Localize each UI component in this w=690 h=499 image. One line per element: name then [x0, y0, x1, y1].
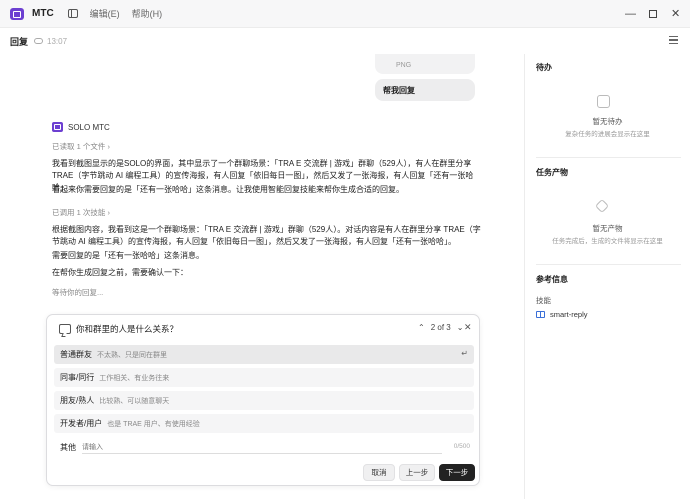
output-empty-title: 暂无产物	[592, 224, 623, 233]
waiting-status: 等待你的回复...	[52, 288, 104, 297]
option-main: 朋友/熟人	[60, 396, 95, 405]
dialog-question: 你和群里的人是什么关系？	[76, 324, 179, 334]
skill-item-smart-reply[interactable]: smart-reply	[536, 310, 588, 319]
chevron-right-icon: ›	[107, 208, 110, 217]
app-logo-icon	[10, 7, 24, 20]
char-counter: 0/500	[453, 443, 470, 450]
todo-empty-title: 暂无待办	[592, 117, 623, 126]
app-title: MTC	[32, 8, 54, 19]
ai-paragraph-3: 根据截图内容，我看到这是一个群聊场景：「TRA E 交流群 | 游戏」群聊（52…	[52, 225, 481, 246]
todo-header: 待办	[536, 63, 552, 72]
user-message: 帮我回复	[375, 79, 475, 101]
previous-button[interactable]: 上一步	[399, 464, 435, 481]
option-1[interactable]: 普通群友 不太熟、只是同在群里 ↵	[54, 345, 474, 364]
chat-bubble-icon	[59, 324, 71, 334]
question-dialog: 你和群里的人是什么关系？ ⌃ 2 of 3 ⌄ ✕ 普通群友 不太熟、只是同在群…	[46, 314, 480, 486]
book-icon	[536, 311, 545, 318]
panel-settings-icon[interactable]	[669, 36, 678, 45]
right-sidebar: 待办 暂无待办 复杂任务的进展会显示在这里 任务产物 暂无产物 任务完成后，生成…	[525, 54, 690, 499]
sidebar-divider	[536, 157, 681, 158]
conversation-header: 回复 13:07	[0, 28, 690, 54]
chevron-up-icon[interactable]: ⌃	[418, 323, 425, 332]
ai-paragraph-5: 在帮你生成回复之前，需要确认一下：	[52, 268, 188, 277]
skill-name: smart-reply	[550, 310, 588, 319]
option-main: 普通群友	[60, 350, 92, 359]
cloud-sync-icon	[34, 38, 44, 44]
layout-toggle-icon[interactable]	[67, 9, 78, 18]
output-header: 任务产物	[536, 168, 568, 177]
cancel-button[interactable]: 取消	[363, 464, 395, 481]
package-icon	[594, 198, 610, 214]
ai-paragraph-2: 看起来你需要回复的是「还有一张哈哈」这条消息。让我使用智能回复技能来帮你生成合适…	[52, 185, 404, 194]
next-button[interactable]: 下一步	[439, 464, 475, 481]
option-2[interactable]: 同事/同行 工作相关、有业务往来	[54, 368, 474, 387]
title-bar: MTC 编辑(E) 帮助(H) — ✕	[0, 0, 690, 28]
attachment-type-label: PNG	[396, 62, 412, 69]
pager-text: 2 of 3	[430, 323, 451, 332]
reference-header: 参考信息	[536, 275, 568, 284]
used-skill-toggle[interactable]: 已调用 1 次技能 ›	[52, 207, 110, 218]
enter-icon: ↵	[461, 349, 468, 358]
skills-label: 技能	[536, 296, 551, 305]
option-sub: 不太熟、只是同在群里	[97, 351, 167, 359]
ai-name: SOLO MTC	[68, 122, 110, 132]
ai-paragraph-4: 需要回复的是「还有一张哈哈」这条消息。	[52, 251, 204, 260]
read-files-toggle[interactable]: 已读取 1 个文件 ›	[52, 141, 110, 152]
read-files-label: 已读取 1 个文件	[52, 142, 106, 151]
todo-list-icon	[597, 95, 610, 108]
menu-help[interactable]: 帮助(H)	[132, 7, 163, 20]
maximize-icon[interactable]	[649, 10, 657, 18]
option-main: 开发者/用户	[60, 419, 103, 428]
minimize-icon[interactable]: —	[625, 8, 636, 20]
option-3[interactable]: 朋友/熟人 比较熟、可以随意聊天	[54, 391, 474, 410]
chevron-right-icon: ›	[107, 142, 110, 151]
ai-message-header: SOLO MTC	[52, 122, 110, 132]
chevron-down-icon[interactable]: ⌄	[457, 323, 464, 332]
ai-avatar-icon	[52, 122, 63, 132]
menu-edit[interactable]: 编辑(E)	[90, 7, 120, 20]
close-window-icon[interactable]: ✕	[671, 8, 680, 20]
other-label: 其他	[60, 443, 76, 452]
option-sub: 工作相关、有业务往来	[99, 374, 170, 382]
option-main: 同事/同行	[60, 373, 95, 382]
option-sub: 也是 TRAE 用户、有使用经验	[107, 420, 200, 428]
used-skill-label: 已调用 1 次技能	[52, 208, 106, 217]
todo-empty-sub: 复杂任务的进展会显示在这里	[565, 131, 650, 138]
attachment-preview[interactable]	[375, 54, 475, 74]
other-input[interactable]	[82, 441, 442, 454]
close-icon[interactable]: ✕	[464, 322, 472, 333]
other-option-row: 其他 0/500	[54, 438, 474, 457]
dialog-pager: ⌃ 2 of 3 ⌄	[415, 323, 466, 332]
conversation-title: 回复	[10, 36, 29, 47]
option-4[interactable]: 开发者/用户 也是 TRAE 用户、有使用经验	[54, 414, 474, 433]
output-empty-sub: 任务完成后，生成的文件将显示在这里	[552, 238, 663, 245]
option-sub: 比较熟、可以随意聊天	[99, 397, 170, 405]
sidebar-divider	[536, 264, 681, 265]
conversation-time: 13:07	[47, 36, 68, 46]
